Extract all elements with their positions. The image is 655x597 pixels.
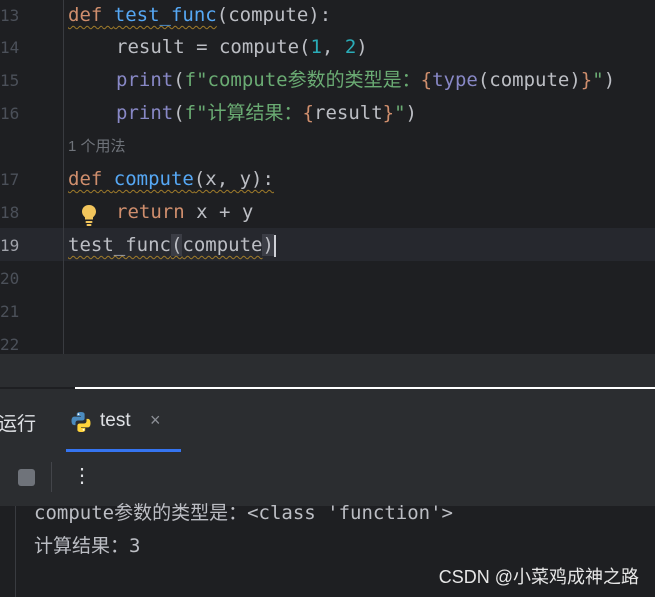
code-line-17[interactable]: def compute(x, y): [68, 163, 274, 196]
keyword-def: def [68, 4, 103, 26]
line-number-gutter: 13 14 15 16 17 18 19 20 21 22 [0, 0, 63, 354]
usages-hint[interactable]: 1 个用法 [68, 132, 126, 162]
format-brace: } [382, 102, 395, 124]
close-icon[interactable]: × [150, 410, 161, 431]
more-options-icon[interactable]: ⋮ [72, 463, 92, 488]
paren: ) [262, 234, 274, 256]
number-literal: 2 [344, 36, 357, 58]
line-number: 17 [0, 170, 20, 189]
builtin-type: type [432, 69, 478, 91]
code-line-13[interactable]: def test_func(compute): [68, 0, 331, 32]
argument: compute [182, 234, 263, 256]
code-editor[interactable]: 13 14 15 16 17 18 19 20 21 22 def test_f… [0, 0, 655, 354]
tab-label: test [100, 410, 131, 431]
function-name: test_func [113, 4, 217, 26]
gutter-divider [63, 0, 64, 354]
string-literal: f"计算结果： [184, 102, 303, 124]
paren: ( [216, 4, 229, 26]
builtin-print: print [116, 102, 174, 124]
paren: ( [173, 69, 185, 91]
number-literal: 1 [310, 36, 322, 58]
toolbar-divider [51, 462, 52, 492]
panel-splitter[interactable] [0, 354, 655, 387]
run-panel-title: 运行 [0, 414, 37, 435]
tab-test[interactable]: test × [66, 401, 181, 447]
line-number: 22 [0, 335, 20, 354]
function-name: compute [113, 168, 194, 190]
paren: ) [603, 69, 616, 91]
paren: ) [356, 36, 368, 58]
format-brace: { [420, 69, 433, 91]
lightbulb-icon[interactable] [80, 203, 98, 227]
paren: ): [308, 4, 332, 26]
keyword-def: def [68, 168, 103, 190]
format-brace: } [580, 69, 593, 91]
line-number-current: 19 [0, 236, 20, 255]
param: compute [228, 4, 309, 26]
console-gutter-divider [15, 506, 16, 597]
code-line-15[interactable]: print(f"compute参数的类型是：{type(compute)}") [116, 64, 615, 97]
code-text: result = compute( [116, 36, 311, 58]
string-literal: " [592, 69, 604, 91]
code-line-18[interactable]: return x + y [116, 196, 253, 229]
watermark: CSDN @小菜鸡成神之路 [438, 567, 639, 587]
code-text: (compute) [477, 69, 581, 91]
code-line-19[interactable]: test_func(compute) [68, 229, 276, 262]
line-number: 20 [0, 269, 20, 288]
stop-icon[interactable] [18, 469, 35, 486]
paren: ) [405, 102, 417, 124]
variable: result [314, 102, 383, 124]
python-icon [71, 412, 91, 432]
line-number: 16 [0, 104, 20, 123]
format-brace: { [302, 102, 314, 124]
line-number: 14 [0, 38, 20, 57]
console-line: 计算结果：3 [34, 535, 141, 557]
code-line-14[interactable]: result = compute(1, 2) [116, 31, 368, 64]
code-line-16[interactable]: print(f"计算结果：{result}") [116, 97, 417, 130]
function-call: test_func [68, 234, 171, 256]
line-number: 21 [0, 302, 20, 321]
code-text: x + y [184, 201, 254, 223]
params: (x, y): [193, 168, 274, 190]
paren: ( [170, 234, 183, 256]
line-number: 15 [0, 71, 20, 90]
paren: ( [173, 102, 185, 124]
code-text: , [321, 36, 345, 58]
string-literal: f"compute参数的类型是： [184, 69, 421, 91]
line-number: 18 [0, 203, 20, 222]
console-line: compute参数的类型是：<class 'function'> [34, 502, 453, 524]
keyword-return: return [116, 201, 185, 223]
active-tab-indicator [66, 449, 181, 452]
text-caret [273, 234, 276, 257]
string-literal: " [394, 102, 406, 124]
line-number: 13 [0, 6, 20, 25]
builtin-print: print [116, 69, 174, 91]
